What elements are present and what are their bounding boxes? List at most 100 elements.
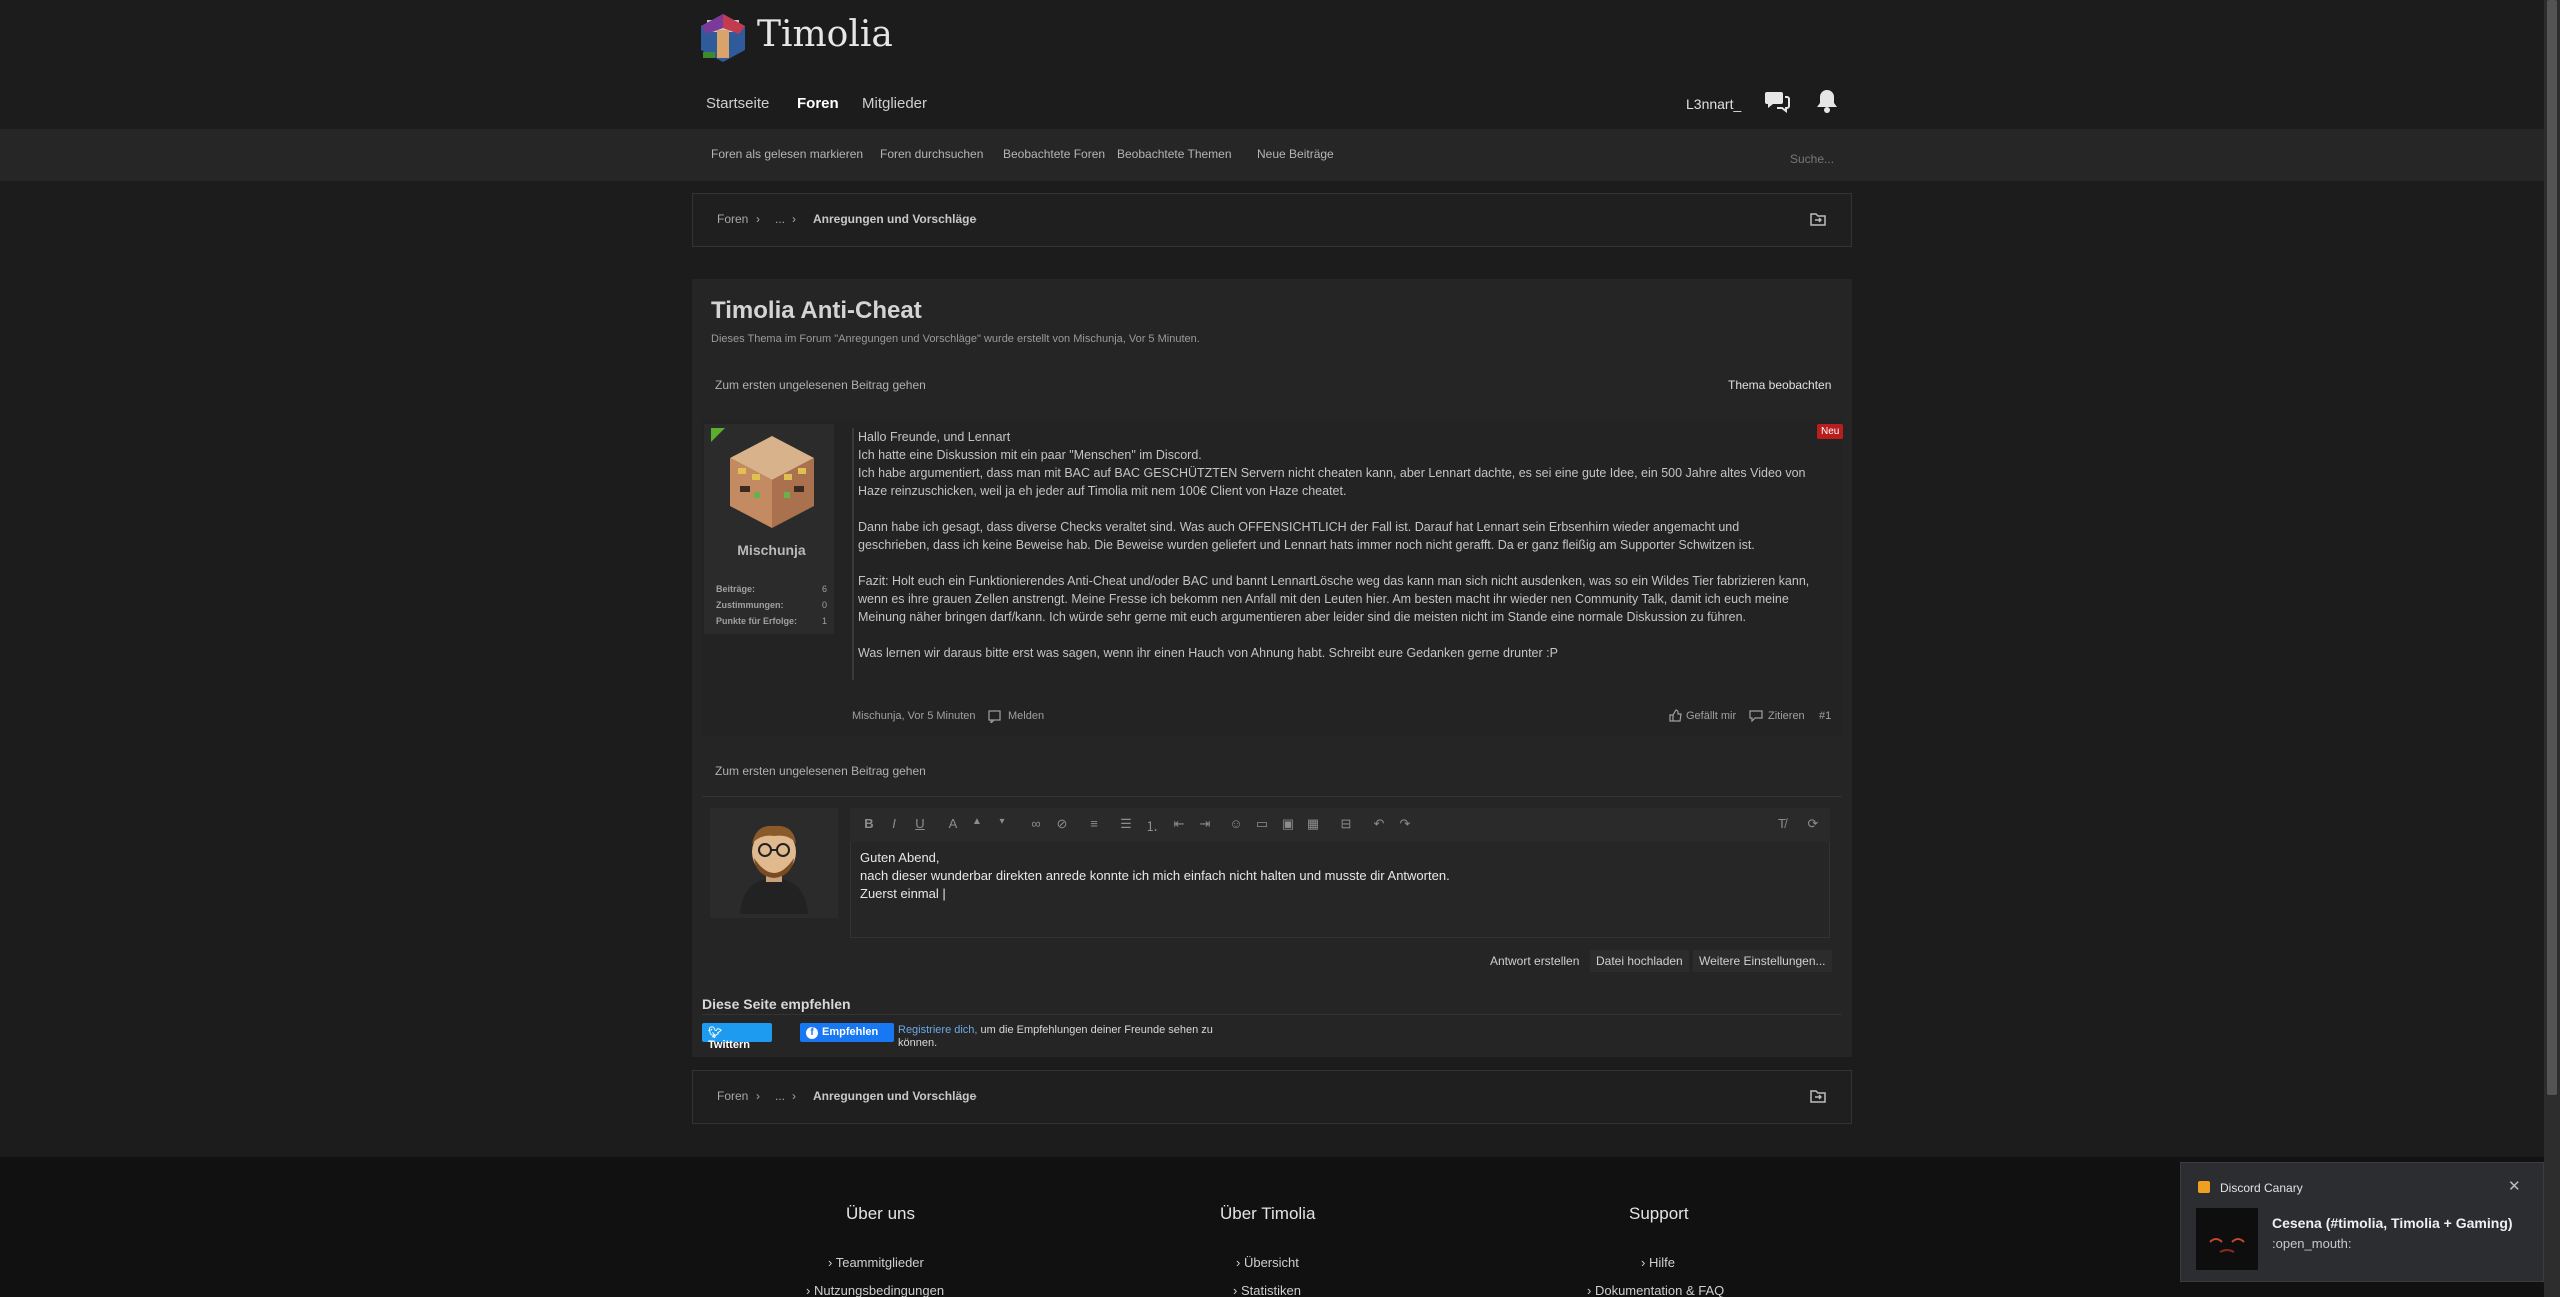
- jump-to-icon[interactable]: [1810, 1089, 1826, 1106]
- upload-file-button[interactable]: Datei hochladen: [1590, 950, 1689, 972]
- thread-meta: Dieses Thema im Forum "Anregungen und Vo…: [711, 333, 1200, 345]
- footer-link-label: Hilfe: [1648, 1255, 1675, 1270]
- tweet-label: Twittern: [708, 1039, 750, 1051]
- facebook-hint: Registriere dich, um die Empfehlungen de…: [898, 1024, 1218, 1050]
- text-color-icon[interactable]: A: [944, 816, 962, 834]
- redo-icon[interactable]: ↷: [1396, 816, 1414, 834]
- more-options-button[interactable]: Weitere Einstellungen...: [1693, 950, 1832, 972]
- footer-link[interactable]: › Teammitglieder: [828, 1255, 924, 1270]
- nav-mitglieder[interactable]: Mitglieder: [862, 95, 927, 112]
- facebook-icon: f: [806, 1027, 818, 1039]
- divider: [702, 796, 1842, 797]
- fb-label: Empfehlen: [822, 1026, 879, 1038]
- watch-thread-button[interactable]: Thema beobachten: [1728, 378, 1831, 392]
- site-footer: [0, 1157, 2544, 1297]
- breadcrumb-foren[interactable]: Foren: [717, 212, 748, 226]
- quote-button[interactable]: Zitieren: [1768, 710, 1805, 722]
- breadcrumb-ellipsis[interactable]: ...: [775, 1089, 785, 1103]
- breadcrumb-separator: ›: [973, 1089, 977, 1103]
- align-icon[interactable]: ≡: [1085, 816, 1103, 834]
- new-posts-link[interactable]: Neue Beiträge: [1257, 147, 1334, 161]
- footer-link-label: Nutzungsbedingungen: [813, 1283, 945, 1297]
- toggle-bbcode-icon[interactable]: ⟳: [1804, 816, 1822, 834]
- like-button[interactable]: Gefällt mir: [1686, 710, 1736, 722]
- breadcrumb-forum[interactable]: Anregungen und Vorschläge: [813, 1089, 976, 1103]
- reply-avatar[interactable]: [730, 818, 818, 917]
- ordered-list-icon[interactable]: ⒈: [1143, 816, 1161, 834]
- spoiler-icon[interactable]: ⊟: [1337, 816, 1355, 834]
- thumbs-up-icon: [1669, 709, 1682, 725]
- unlink-icon[interactable]: ⊘: [1053, 816, 1071, 834]
- media-icon[interactable]: ▣: [1279, 816, 1297, 834]
- timolia-logo-icon[interactable]: [697, 12, 749, 64]
- outdent-icon[interactable]: ⇤: [1170, 816, 1188, 834]
- facebook-like-button[interactable]: f Empfehlen: [800, 1023, 894, 1042]
- link-icon[interactable]: ∞: [1027, 816, 1045, 834]
- breadcrumb-separator: ›: [792, 212, 796, 226]
- list-icon[interactable]: ☰: [1117, 816, 1135, 834]
- footer-heading: Support: [1629, 1204, 1689, 1223]
- conversations-icon[interactable]: [1763, 88, 1791, 116]
- breadcrumb-ellipsis[interactable]: ...: [775, 212, 785, 226]
- nav-foren[interactable]: Foren: [797, 95, 839, 112]
- stat-label: Beiträge:: [716, 584, 756, 594]
- smilie-icon[interactable]: ☺: [1227, 816, 1245, 834]
- search-forums-link[interactable]: Foren durchsuchen: [880, 147, 983, 161]
- stat-value: 1: [822, 616, 828, 626]
- remove-format-icon[interactable]: T̸: [1773, 816, 1791, 834]
- goto-first-unread-button[interactable]: Zum ersten ungelesenen Beitrag gehen: [715, 378, 926, 392]
- editor-content[interactable]: Guten Abend, nach dieser wunderbar direk…: [860, 849, 1450, 903]
- stat-label: Punkte für Erfolge:: [716, 616, 798, 626]
- footer-link[interactable]: › Übersicht: [1236, 1255, 1299, 1270]
- breadcrumb-forum[interactable]: Anregungen und Vorschläge: [813, 212, 976, 226]
- watched-forums-link[interactable]: Beobachtete Foren: [1003, 147, 1105, 161]
- font-size-icon[interactable]: ▲: [968, 816, 986, 834]
- search-input[interactable]: Suche...: [1780, 146, 1900, 172]
- post-reply-button[interactable]: Antwort erstellen: [1484, 950, 1585, 972]
- breadcrumb-separator: ›: [756, 212, 760, 226]
- notification-avatar: [2196, 1208, 2258, 1270]
- site-title[interactable]: Timolia: [757, 14, 893, 55]
- editor-line: nach dieser wunderbar direkten anrede ko…: [860, 868, 1450, 883]
- mark-forums-read-link[interactable]: Foren als gelesen markieren: [711, 147, 863, 161]
- post-author-time[interactable]: Mischunja, Vor 5 Minuten: [852, 710, 976, 722]
- report-button[interactable]: Melden: [1008, 710, 1044, 722]
- footer-link[interactable]: › Statistiken: [1233, 1283, 1301, 1297]
- goto-first-unread-button-bottom[interactable]: Zum ersten ungelesenen Beitrag gehen: [715, 764, 926, 778]
- bold-icon[interactable]: B: [860, 816, 878, 834]
- notification-app-name: Discord Canary: [2220, 1181, 2303, 1195]
- footer-link[interactable]: › Nutzungsbedingungen: [806, 1283, 944, 1297]
- report-icon: [988, 710, 1001, 726]
- indent-icon[interactable]: ⇥: [1196, 816, 1214, 834]
- nav-startseite[interactable]: Startseite: [706, 95, 769, 112]
- tweet-button[interactable]: 🐦︎ Twittern: [702, 1023, 772, 1051]
- post-number[interactable]: #1: [1819, 710, 1831, 722]
- thread-title: Timolia Anti-Cheat: [711, 297, 922, 324]
- undo-icon[interactable]: ↶: [1370, 816, 1388, 834]
- stat-label: Zustimmungen:: [716, 600, 784, 610]
- italic-icon[interactable]: I: [885, 816, 903, 834]
- footer-link[interactable]: › Dokumentation & FAQ: [1587, 1283, 1724, 1297]
- close-icon[interactable]: ✕: [2508, 1177, 2521, 1195]
- post-author[interactable]: Mischunja: [704, 542, 839, 558]
- user-menu[interactable]: L3nnart_: [1686, 96, 1741, 112]
- jump-to-icon[interactable]: [1810, 212, 1826, 229]
- register-link[interactable]: Registriere dich,: [898, 1024, 977, 1036]
- avatar[interactable]: [728, 434, 816, 530]
- breadcrumb-foren[interactable]: Foren: [717, 1089, 748, 1103]
- watched-threads-link[interactable]: Beobachtete Themen: [1117, 147, 1232, 161]
- post-paragraph: Was lernen wir daraus bitte erst was sag…: [858, 646, 1558, 660]
- breadcrumb-separator: ›: [792, 1089, 796, 1103]
- scrollbar-thumb[interactable]: [2547, 0, 2557, 1095]
- notification-title: Cesena (#timolia, Timolia + Gaming): [2272, 1215, 2513, 1231]
- font-family-icon[interactable]: ▾: [993, 816, 1011, 834]
- underline-icon[interactable]: U: [911, 816, 929, 834]
- site-header: [0, 0, 2544, 129]
- insert-icon[interactable]: ▦: [1304, 816, 1322, 834]
- bell-icon[interactable]: [1813, 88, 1841, 116]
- footer-link[interactable]: › Hilfe: [1641, 1255, 1675, 1270]
- post-paragraph: Hallo Freunde, und Lennart Ich hatte ein…: [858, 430, 1806, 498]
- image-icon[interactable]: ▭: [1253, 816, 1271, 834]
- post-paragraph: Dann habe ich gesagt, dass diverse Check…: [858, 520, 1755, 552]
- breadcrumb-separator: ›: [756, 1089, 760, 1103]
